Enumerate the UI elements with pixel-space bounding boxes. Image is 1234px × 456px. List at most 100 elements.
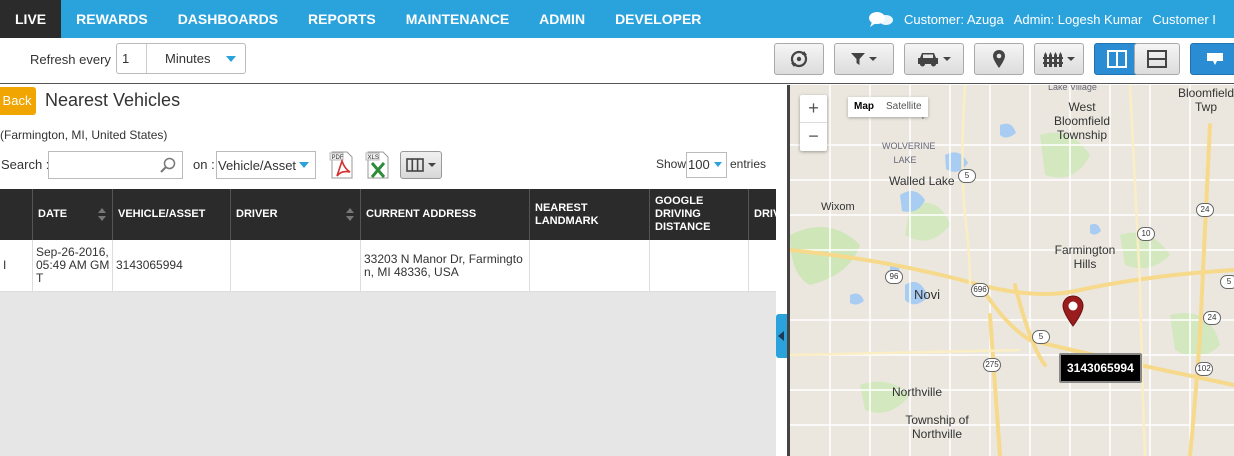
- search-field-value: Vehicle/Asset: [218, 158, 297, 173]
- svg-text:XLS: XLS: [368, 155, 379, 161]
- geofence-button[interactable]: [1034, 43, 1084, 75]
- chevron-down-icon: [714, 162, 722, 167]
- filter-icon: [851, 53, 865, 65]
- zoom-out-button[interactable]: −: [800, 123, 827, 151]
- zoom-control: + −: [800, 95, 827, 151]
- row-cell: I: [0, 240, 33, 291]
- map-background: [790, 85, 1234, 456]
- chevron-down-icon: [299, 162, 309, 168]
- table-row[interactable]: I Sep-26-2016, 05:49 AM GMT 3143065994 3…: [0, 240, 776, 292]
- route-shield: 24: [1196, 203, 1214, 217]
- row-cell-address: 33203 N Manor Dr, Farmington, MI 48336, …: [361, 240, 530, 291]
- refresh-interval-control: 1 Minutes: [116, 43, 246, 74]
- row-cell-date: Sep-26-2016, 05:49 AM GMT: [33, 240, 113, 291]
- toolbar: Refresh every 1 Minutes: [0, 38, 1234, 84]
- nav-developer[interactable]: DEVELOPER: [600, 0, 716, 38]
- columns-icon: [406, 158, 424, 172]
- column-header-label: DATE: [38, 208, 68, 220]
- fence-icon: [1043, 52, 1063, 67]
- route-shield: 5: [1032, 330, 1050, 344]
- message-button[interactable]: [1190, 43, 1234, 75]
- route-shield: 5: [1220, 275, 1234, 289]
- search-location: (Farmington, MI, United States): [0, 128, 168, 142]
- column-header-address[interactable]: CURRENT ADDRESS: [361, 189, 530, 240]
- route-shield: 96: [885, 270, 903, 284]
- vehicle-map-label[interactable]: 3143065994: [1059, 353, 1142, 383]
- nav-live[interactable]: LIVE: [0, 0, 62, 38]
- chevron-down-icon: [869, 57, 877, 61]
- admin-name: Admin: Logesh Kumar: [1013, 11, 1143, 27]
- map-view[interactable]: Lake Village Charter Twp West Bloomfield…: [787, 85, 1234, 456]
- column-header-date[interactable]: DATE: [33, 189, 113, 240]
- export-excel-button[interactable]: XLS: [364, 150, 392, 180]
- map-place-label: Bloomfield Twp: [1177, 86, 1234, 114]
- back-button[interactable]: Back: [0, 87, 36, 115]
- column-header-label: CURRENT ADDRESS: [366, 208, 477, 220]
- nearest-vehicles-table: DATE VEHICLE/ASSET DRIVER CURRENT ADDRES…: [0, 189, 776, 292]
- collapse-panel-handle[interactable]: [776, 314, 787, 358]
- vehicle-button[interactable]: [904, 43, 964, 75]
- column-header[interactable]: [0, 189, 33, 240]
- row-cell-distance: [650, 240, 749, 291]
- location-button[interactable]: [974, 43, 1024, 75]
- map-place-label: Walled Lake: [889, 174, 955, 188]
- route-shield: 696: [971, 283, 989, 297]
- page-title: Nearest Vehicles: [45, 90, 181, 110]
- nav-dashboards[interactable]: DASHBOARDS: [163, 0, 293, 38]
- top-navigation: LIVE REWARDS DASHBOARDS REPORTS MAINTENA…: [0, 0, 1234, 38]
- columns-icon: [1107, 50, 1127, 68]
- chat-icon[interactable]: [868, 11, 894, 27]
- sort-icon: [346, 208, 354, 222]
- column-header-label: DRIVER: [236, 208, 278, 220]
- refresh-unit-value: Minutes: [165, 51, 211, 66]
- nav-admin[interactable]: ADMIN: [524, 0, 600, 38]
- search-label: Search :: [1, 157, 50, 172]
- nav-reports[interactable]: REPORTS: [293, 0, 391, 38]
- map-place-label: West Bloomfield Township: [1053, 100, 1111, 142]
- column-header-driver[interactable]: DRIVER: [231, 189, 361, 240]
- row-cell-vehicle: 3143065994: [113, 240, 231, 291]
- map-type-satellite-button[interactable]: Satellite: [880, 97, 928, 117]
- map-place-label: Farmington Hills: [1054, 243, 1116, 271]
- map-place-label: WOLVERINE LAKE: [882, 141, 936, 165]
- map-place-label: Novi: [914, 287, 941, 302]
- search-icon: [160, 157, 176, 173]
- column-header-distance[interactable]: GOOGLE DRIVING DISTANCE: [650, 189, 749, 240]
- nav-maintenance[interactable]: MAINTENANCE: [391, 0, 524, 38]
- chevron-down-icon: [226, 56, 236, 62]
- split-horizontal-view-button[interactable]: [1134, 43, 1180, 75]
- route-shield: 275: [983, 358, 1001, 372]
- column-header-landmark[interactable]: NEAREST LANDMARK: [530, 189, 650, 240]
- search-field-label: on :: [193, 157, 215, 172]
- search-input[interactable]: [48, 151, 183, 179]
- route-shield: 5: [958, 169, 976, 183]
- column-header-vehicle[interactable]: VEHICLE/ASSET: [113, 189, 231, 240]
- map-type-map-button[interactable]: Map: [848, 97, 880, 117]
- filter-button[interactable]: [834, 43, 894, 75]
- refresh-button[interactable]: [774, 43, 824, 75]
- column-header-label: DRIV: [754, 208, 776, 220]
- map-place-label: Township of Northville: [905, 413, 969, 441]
- search-field-select[interactable]: Vehicle/Asset: [216, 151, 316, 179]
- column-header-label: VEHICLE/ASSET: [118, 208, 206, 220]
- nav-rewards[interactable]: REWARDS: [61, 0, 163, 38]
- car-icon: [918, 53, 938, 67]
- row-cell-driver-2: [749, 240, 776, 291]
- row-cell-driver: [231, 240, 361, 291]
- table-header: DATE VEHICLE/ASSET DRIVER CURRENT ADDRES…: [0, 189, 776, 240]
- export-pdf-button[interactable]: PDF: [328, 150, 356, 180]
- message-icon: [1207, 53, 1223, 65]
- customer-name: Customer: Azuga: [904, 11, 1004, 27]
- vehicle-marker-icon[interactable]: [1062, 295, 1084, 327]
- column-visibility-button[interactable]: [400, 151, 442, 179]
- entries-per-page-select[interactable]: 100: [686, 152, 727, 178]
- customer-selector[interactable]: Customer I: [1152, 12, 1216, 27]
- account-info: Customer: Azuga Admin: Logesh Kumar Cust…: [868, 0, 1226, 38]
- refresh-interval-input[interactable]: 1: [117, 44, 147, 73]
- map-place-label: Wixom: [821, 201, 855, 213]
- zoom-in-button[interactable]: +: [800, 95, 827, 123]
- refresh-unit-select[interactable]: Minutes: [147, 44, 245, 73]
- column-header-driver-2[interactable]: DRIV: [749, 189, 776, 240]
- map-place-label: Lake Village: [1048, 85, 1097, 92]
- column-header-label: GOOGLE DRIVING DISTANCE: [655, 195, 711, 233]
